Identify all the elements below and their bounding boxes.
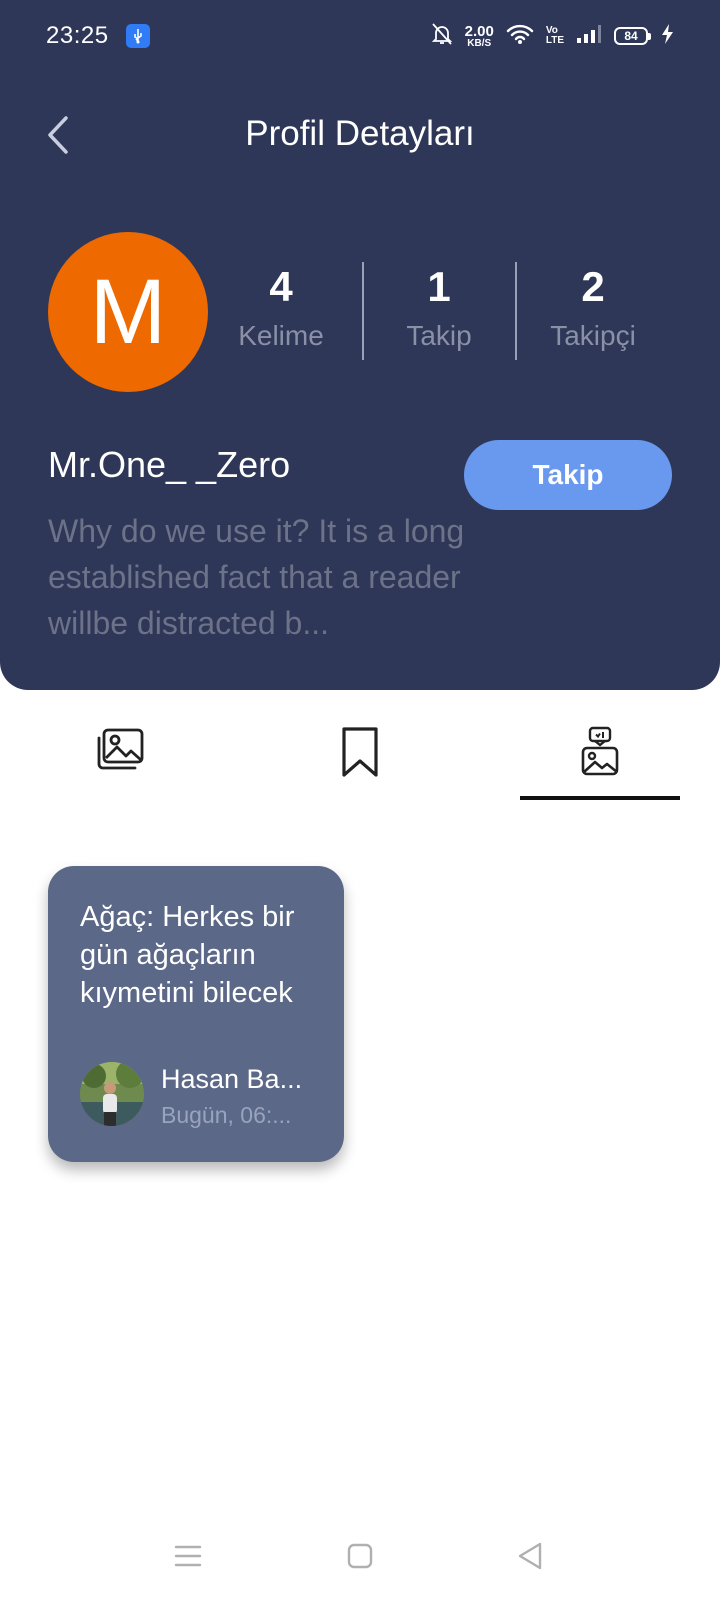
post-title: Ağaç: Herkes bir gün ağaçların kıymetini…: [80, 901, 295, 1009]
usb-icon: [126, 24, 150, 48]
stat-label: Kelime: [238, 320, 324, 351]
profile-header: 23:25 2.00 KB/S Vo LTE 84 Profil Detayla…: [0, 0, 720, 690]
stat-following[interactable]: 1 Takip: [364, 266, 514, 352]
battery-icon: 84: [614, 27, 651, 45]
network-speed: 2.00 KB/S: [465, 24, 494, 49]
post-card[interactable]: Ağaç: Herkes bir gün ağaçların kıymetini…: [48, 866, 344, 1162]
post-author: Hasan Ba...: [161, 1064, 303, 1094]
status-bar: 23:25 2.00 KB/S Vo LTE 84: [0, 0, 720, 72]
network-speed-unit: KB/S: [467, 37, 492, 49]
stat-words[interactable]: 4 Kelime: [206, 266, 356, 352]
follow-button[interactable]: Takip: [464, 440, 672, 510]
stat-followers[interactable]: 2 Takipçi: [518, 266, 668, 352]
home-square-icon: [347, 1543, 373, 1569]
tab-saved[interactable]: [280, 712, 440, 802]
post-time: Bugün, 06:...: [161, 1102, 292, 1128]
stat-label: Takip: [406, 320, 472, 351]
nav-menu-button[interactable]: [158, 1532, 218, 1580]
stat-value: 4: [269, 263, 293, 310]
author-avatar: [80, 1062, 144, 1126]
stat-divider: [515, 262, 517, 360]
back-triangle-icon: [518, 1542, 542, 1570]
nav-back-button[interactable]: [500, 1532, 560, 1580]
signal-icon: [576, 24, 602, 49]
volte-bottom: LTE: [545, 35, 564, 46]
stat-value: 1: [427, 263, 451, 310]
liked-images-icon: [581, 726, 619, 776]
avatar: M: [48, 232, 208, 392]
stat-value: 2: [581, 263, 605, 310]
status-time: 23:25: [46, 22, 109, 49]
tab-liked[interactable]: [520, 712, 680, 802]
page-title: Profil Detayları: [245, 114, 475, 153]
images-icon: [97, 728, 144, 770]
nav-home-button[interactable]: [330, 1532, 390, 1580]
charging-icon: [660, 23, 674, 50]
network-speed-value: 2.00: [464, 22, 494, 40]
bio-text: Why do we use it? It is a long establish…: [48, 513, 465, 641]
volte-indicator: Vo LTE: [546, 26, 564, 46]
status-icons: 2.00 KB/S Vo LTE 84: [431, 20, 674, 52]
active-tab-indicator: [520, 796, 680, 800]
menu-icon: [174, 1545, 202, 1567]
wifi-icon: [506, 23, 534, 50]
tab-images[interactable]: [40, 712, 200, 802]
stat-label: Takipçi: [550, 320, 636, 351]
bookmark-icon: [342, 727, 378, 777]
username: Mr.One_ _Zero: [48, 444, 291, 485]
bell-muted-icon: [431, 22, 453, 51]
